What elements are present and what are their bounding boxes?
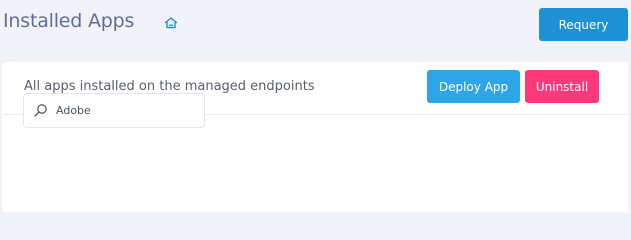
- deploy-app-button[interactable]: Deploy App: [427, 70, 520, 103]
- uninstall-button[interactable]: Uninstall: [525, 70, 599, 103]
- search-icon: [33, 103, 48, 118]
- panel-subtitle: All apps installed on the managed endpoi…: [24, 79, 315, 94]
- requery-button[interactable]: Requery: [539, 8, 628, 41]
- search-input[interactable]: [56, 94, 196, 127]
- home-icon[interactable]: [163, 15, 179, 31]
- search-box[interactable]: [23, 93, 205, 128]
- installed-apps-panel: All apps installed on the managed endpoi…: [2, 62, 628, 212]
- page-title: Installed Apps: [3, 10, 135, 32]
